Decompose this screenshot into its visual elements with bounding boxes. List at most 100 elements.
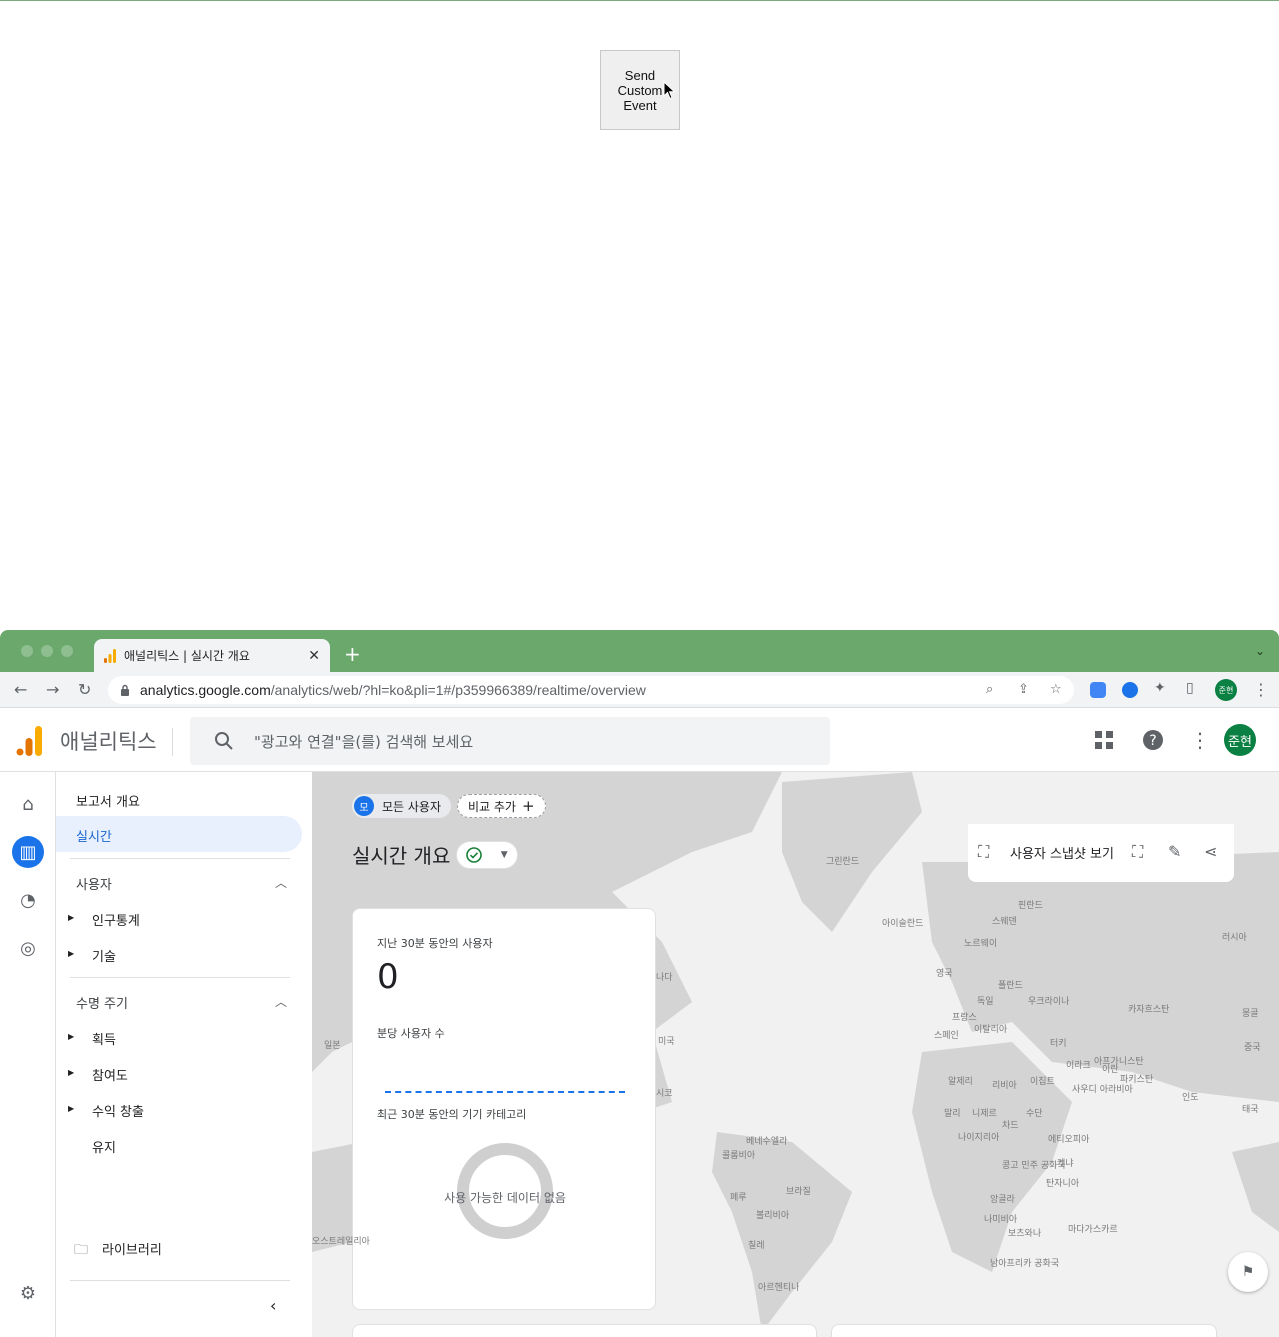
segment-chip-all-users[interactable]: 모 모든 사용자 [352,794,452,818]
map-country-label: 남아프리카 공화국 [990,1259,1060,1269]
map-country-label: 터키 [1050,1039,1067,1049]
nav-acquisition[interactable]: 획득 [92,1029,116,1048]
users-30min-value: 0 [377,957,399,997]
reload-icon[interactable]: ↻ [78,680,91,699]
fullscreen-icon[interactable]: ⛶ [1132,842,1143,862]
home-icon[interactable]: ⌂ [12,788,44,820]
expand-caret-icon[interactable]: ▶ [68,1068,74,1077]
map-country-label: 말리 [944,1109,961,1119]
tab-close-icon[interactable]: ✕ [308,648,320,664]
app-name: 애널리틱스 [60,730,157,754]
help-icon[interactable]: ? [1142,729,1164,751]
search-input[interactable]: "광고와 연결"을(를) 검색해 보세요 [190,717,830,765]
more-vert-icon[interactable]: ⋮ [1190,728,1210,752]
share-icon[interactable]: ⇪ [1018,682,1029,697]
browser-menu-icon[interactable]: ⋮ [1253,680,1269,699]
map-country-label: 인도 [1182,1093,1199,1103]
address-bar[interactable]: analytics.google.com/analytics/web/?hl=k… [108,676,1074,704]
map-country-label: 우크라이나 [1028,997,1070,1007]
nav-tech[interactable]: 기술 [92,946,116,965]
extension-icon[interactable] [1090,682,1106,698]
nav-retention[interactable]: 유지 [92,1137,116,1156]
map-country-label: 시코 [656,1089,673,1099]
nav-engagement[interactable]: 참여도 [92,1065,128,1084]
share-report-icon[interactable]: ⋖ [1204,842,1217,861]
nav-report-overview[interactable]: 보고서 개요 [76,791,140,810]
sidepanel-icon[interactable]: ▯ [1186,680,1194,696]
map-country-label: 나미비아 [984,1215,1018,1225]
window-close-dot[interactable] [21,645,33,657]
map-country-label: 탄자니아 [1046,1179,1080,1189]
users-per-minute-chart [385,1091,625,1093]
expand-caret-icon[interactable]: ▶ [68,1032,74,1041]
map-country-label: 스웨덴 [992,917,1017,927]
map-country-label: 이라크 [1066,1061,1091,1071]
title-status-dropdown[interactable]: ▼ [456,841,518,869]
map-country-label: 핀란드 [1018,901,1043,911]
map-country-label: 그린란드 [826,857,860,867]
lock-icon [121,684,129,696]
nav-demographics[interactable]: 인구통계 [92,910,140,929]
nav-section-lifecycle[interactable]: 수명 주기 [76,993,128,1012]
bookmark-star-icon[interactable]: ☆ [1050,682,1062,697]
user-snapshot-icon[interactable]: ⛶ [978,842,989,862]
window-minimize-dot[interactable] [41,645,53,657]
map-country-label: 일본 [324,1041,341,1051]
realtime-main: 모 모든 사용자 비교 추가 + 실시간 개요 ▼ ⛶ 사용자 스냅샷 보기 ⛶… [312,772,1279,1337]
profile-avatar[interactable]: 준현 [1215,679,1237,701]
map-country-label: 노르웨이 [964,939,998,949]
map-country-label: 페루 [730,1193,747,1203]
puzzle-icon[interactable]: ✦ [1154,680,1166,696]
expand-caret-icon[interactable]: ▶ [68,949,74,958]
expand-caret-icon[interactable]: ▶ [68,1104,74,1113]
chevron-up-icon[interactable]: ︿ [275,993,287,1010]
account-avatar[interactable]: 준현 [1224,724,1256,756]
chevron-up-icon[interactable]: ︿ [275,874,287,891]
analytics-favicon-icon [104,648,116,663]
map-country-label: 마다가스카르 [1068,1225,1118,1235]
map-country-label: 알제리 [948,1077,973,1087]
search-placeholder: "광고와 연결"을(를) 검색해 보세요 [254,732,474,751]
no-data-text: 사용 가능한 데이터 없음 [444,1191,566,1205]
browser-tab[interactable]: 애널리틱스 | 실시간 개요 ✕ [94,639,330,672]
feedback-icon[interactable]: ⚑ [1228,1252,1268,1292]
window-zoom-dot[interactable] [61,645,73,657]
mouse-cursor-icon [663,81,676,100]
settings-icon[interactable]: ⚙ [12,1277,44,1309]
reports-icon[interactable]: ▥ [12,836,44,868]
tab-bar: 애널리틱스 | 실시간 개요 ✕ + ⌄ [0,630,1279,672]
user-snapshot-button[interactable]: 사용자 스냅샷 보기 [1010,843,1114,862]
new-tab-icon[interactable]: + [344,642,361,666]
zoom-icon[interactable]: ⌕ [986,682,993,697]
nav-monetization[interactable]: 수익 창출 [92,1101,144,1120]
tab-search-chevron-icon[interactable]: ⌄ [1255,644,1265,658]
nav-library[interactable]: 라이브러리 [102,1239,162,1258]
map-country-label: 미국 [658,1037,675,1047]
map-country-label: 오스트레일리아 [312,1237,370,1247]
customize-report-icon[interactable]: ✎ [1168,842,1181,861]
dropdown-arrow-icon: ▼ [500,850,508,860]
search-icon [215,732,233,750]
map-country-label: 에티오피아 [1048,1135,1090,1145]
nav-realtime[interactable]: 실시간 [56,816,302,852]
nav-section-user[interactable]: 사용자 [76,874,112,893]
browser-toolbar: ← → ↻ analytics.google.com/analytics/web… [0,672,1279,708]
analytics-logo [16,726,42,756]
add-comparison-button[interactable]: 비교 추가 + [457,794,546,818]
users-30min-label: 지난 30분 동안의 사용자 [377,937,493,950]
divider [70,977,290,978]
map-country-label: 카자흐스탄 [1128,1005,1170,1015]
back-icon[interactable]: ← [14,680,27,699]
map-country-label: 앙골라 [990,1195,1015,1205]
advertising-icon[interactable]: ◎ [12,932,44,964]
add-comparison-label: 비교 추가 [468,799,516,814]
ga-header: 애널리틱스 "광고와 연결"을(를) 검색해 보세요 ? ⋮ 준현 [0,708,1279,772]
collapse-nav-icon[interactable]: ‹ [270,1296,276,1315]
next-card [352,1324,817,1337]
forward-icon[interactable]: → [46,680,59,699]
explore-icon[interactable]: ◔ [12,884,44,916]
map-country-label: 사우디 아라비아 [1072,1085,1133,1095]
apps-grid-icon[interactable] [1094,730,1114,750]
extension-icon[interactable] [1122,682,1138,698]
expand-caret-icon[interactable]: ▶ [68,913,74,922]
